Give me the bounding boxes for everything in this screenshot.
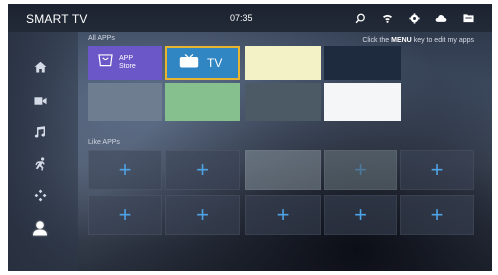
cloud-icon[interactable] <box>433 10 449 26</box>
app-tile-8[interactable] <box>324 83 401 121</box>
app-tile-3[interactable] <box>245 46 321 80</box>
edit-apps-hint: Click the MENU key to edit my apps <box>362 37 474 44</box>
top-icons <box>352 10 476 26</box>
add-app-slot[interactable]: + <box>245 195 321 235</box>
app-store-label-line2: Store <box>119 63 136 70</box>
plus-icon: + <box>276 202 290 227</box>
app-tile-6[interactable] <box>165 83 240 121</box>
hint-suffix: key to edit my apps <box>413 37 474 44</box>
tv-screen: SMART TV 07:35 All APPs Click the MENU k… <box>8 4 492 271</box>
tv-icon <box>179 53 199 73</box>
app-tile-4[interactable] <box>324 46 401 80</box>
plus-icon: + <box>118 202 132 227</box>
sidebar-item-home[interactable] <box>28 58 52 80</box>
shopping-bag-icon <box>98 54 113 72</box>
sidebar-item-games[interactable] <box>28 187 52 209</box>
plus-icon: + <box>430 202 444 227</box>
plus-icon: + <box>354 202 367 227</box>
sidebar-item-music[interactable] <box>28 123 52 145</box>
folder-icon[interactable] <box>460 10 476 26</box>
all-apps-label: All APPs <box>88 35 115 42</box>
hint-key: MENU <box>391 37 412 44</box>
add-app-slot[interactable]: + <box>400 195 474 235</box>
app-store-label-line1: APP <box>119 55 134 62</box>
plus-icon: + <box>430 157 444 182</box>
tv-tile[interactable]: TV <box>165 46 240 80</box>
app-tile-5[interactable] <box>88 83 162 121</box>
app-store-label: APP Store <box>119 55 136 71</box>
home-icon <box>34 60 47 78</box>
search-icon[interactable] <box>352 10 368 26</box>
sidebar-item-sports[interactable] <box>28 155 52 177</box>
add-app-slot[interactable]: + <box>324 150 397 190</box>
plus-icon: + <box>196 157 209 182</box>
games-icon <box>34 189 47 207</box>
like-apps-label: Like APPs <box>88 139 120 146</box>
user-icon <box>32 220 48 241</box>
tv-label: TV <box>207 56 223 70</box>
hint-prefix: Click the <box>362 37 390 44</box>
music-icon <box>34 125 46 143</box>
wifi-icon[interactable] <box>379 10 395 26</box>
video-icon <box>33 93 47 111</box>
add-app-slot[interactable]: + <box>165 195 240 235</box>
sidebar-item-user[interactable] <box>28 219 52 241</box>
plus-icon: + <box>196 202 209 227</box>
add-app-slot[interactable]: + <box>88 195 162 235</box>
plus-icon: + <box>118 157 132 182</box>
app-store-tile[interactable]: APP Store <box>88 46 162 80</box>
app-title: SMART TV <box>26 12 88 26</box>
add-app-slot[interactable] <box>245 150 321 190</box>
sidebar-item-video[interactable] <box>28 91 52 113</box>
sports-icon <box>34 156 47 176</box>
top-bar: SMART TV 07:35 <box>8 4 492 32</box>
sidebar <box>8 32 78 271</box>
add-app-slot[interactable]: + <box>400 150 474 190</box>
clock: 07:35 <box>230 13 253 23</box>
settings-icon[interactable] <box>406 10 422 26</box>
app-tile-7[interactable] <box>245 83 321 121</box>
add-app-slot[interactable]: + <box>88 150 162 190</box>
plus-icon: + <box>354 157 367 182</box>
add-app-slot[interactable]: + <box>324 195 397 235</box>
add-app-slot[interactable]: + <box>165 150 240 190</box>
